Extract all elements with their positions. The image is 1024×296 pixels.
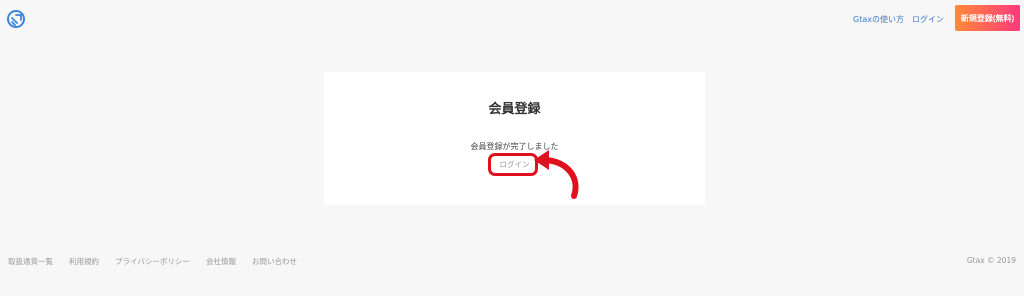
nav-login-link[interactable]: ログイン bbox=[912, 14, 944, 25]
footer-link-currencies[interactable]: 取扱通貨一覧 bbox=[8, 256, 53, 267]
nav-how-to-use-link[interactable]: Gtaxの使い方 bbox=[853, 14, 904, 25]
copyright-text: Gtax © 2019 bbox=[966, 256, 1016, 265]
completion-message: 会員登録が完了しました bbox=[470, 142, 559, 151]
footer-link-privacy[interactable]: プライバシーポリシー bbox=[115, 256, 190, 267]
footer-link-terms[interactable]: 利用規約 bbox=[69, 256, 99, 267]
footer-link-contact[interactable]: お問い合わせ bbox=[252, 256, 297, 267]
site-header: Gtaxの使い方 ログイン 新規登録(無料) bbox=[0, 0, 1024, 38]
signup-button[interactable]: 新規登録(無料) bbox=[955, 5, 1020, 31]
gtax-logo-icon[interactable] bbox=[6, 9, 26, 29]
site-footer: 取扱通貨一覧 利用規約 プライバシーポリシー 会社情報 お問い合わせ Gtax … bbox=[0, 250, 1024, 270]
footer-link-company[interactable]: 会社情報 bbox=[206, 256, 236, 267]
page-title: 会員登録 bbox=[488, 102, 541, 117]
registration-complete-card: 会員登録 会員登録が完了しました ログイン bbox=[324, 72, 705, 205]
card-login-link[interactable]: ログイン bbox=[324, 159, 705, 170]
